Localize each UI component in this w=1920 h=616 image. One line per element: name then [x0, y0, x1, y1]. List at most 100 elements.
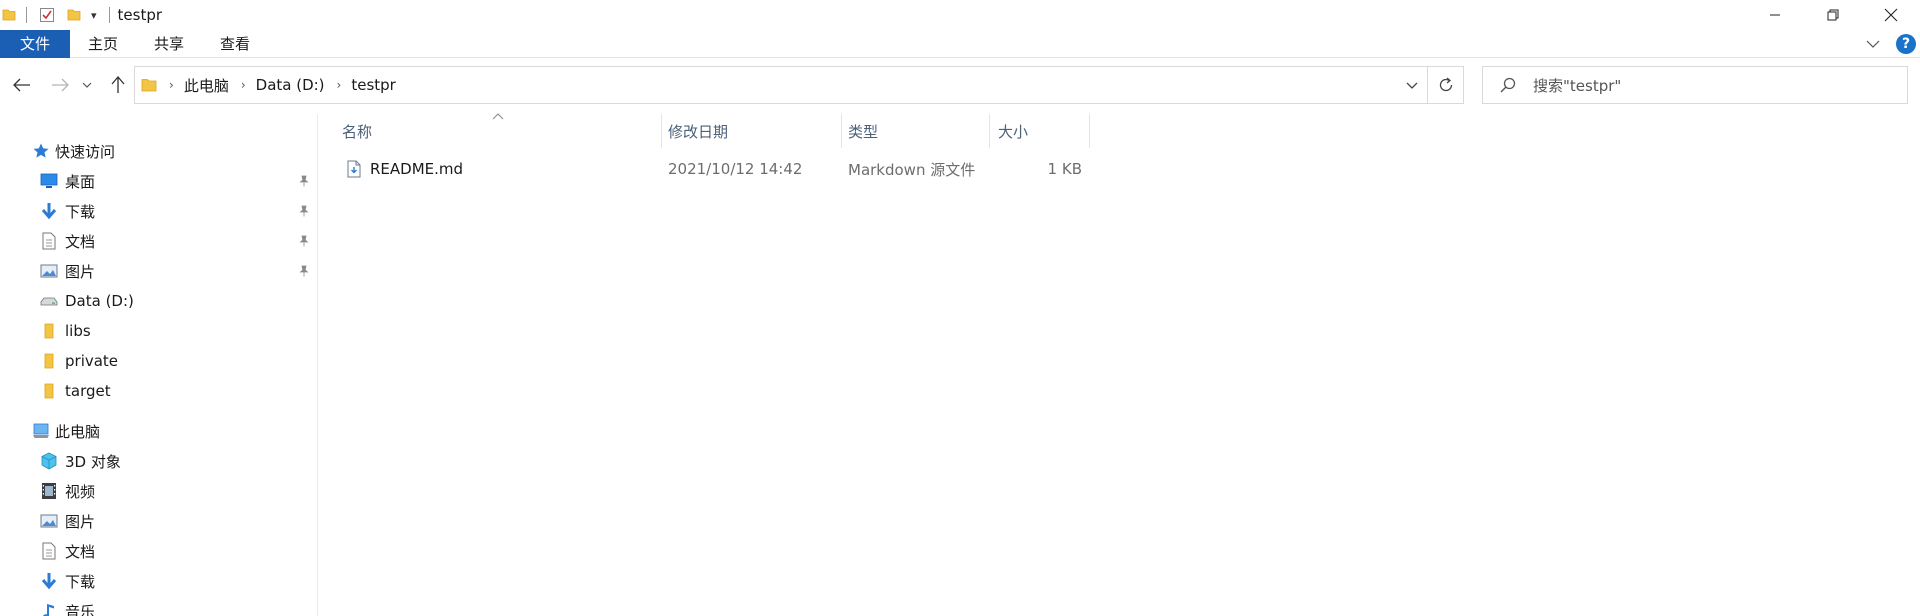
file-modified: 2021/10/12 14:42	[668, 160, 803, 178]
nav-label: 此电脑	[55, 422, 101, 441]
navigation-bar: › 此电脑 › Data (D:) › testpr 搜索"testpr"	[0, 66, 1920, 104]
nav-item-pictures[interactable]: 图片	[0, 256, 318, 286]
column-header-name[interactable]: 名称	[334, 114, 662, 148]
pin-icon[interactable]	[298, 205, 310, 217]
nav-label: target	[65, 382, 111, 400]
window-title: testpr	[117, 6, 163, 24]
column-header-modified[interactable]: 修改日期	[662, 114, 842, 148]
nav-item-desktop[interactable]: 桌面	[0, 166, 318, 196]
computer-icon	[32, 422, 50, 440]
desktop-icon	[40, 172, 58, 190]
nav-item-drive-d[interactable]: Data (D:)	[0, 286, 318, 316]
up-button[interactable]	[104, 66, 132, 104]
chevron-right-icon[interactable]: ›	[169, 78, 174, 92]
window-controls	[1746, 0, 1920, 30]
nav-item-libs[interactable]: libs	[0, 316, 318, 346]
documents-icon	[40, 232, 58, 250]
nav-item-downloads[interactable]: 下载	[0, 196, 318, 226]
nav-label: 图片	[65, 262, 96, 281]
ribbon-tabs: 文件 主页 共享 查看 ?	[0, 29, 1920, 58]
nav-item-videos[interactable]: 视频	[0, 476, 318, 506]
address-history-dropdown[interactable]	[1397, 67, 1427, 103]
nav-item-music[interactable]: 音乐	[0, 596, 318, 616]
nav-item-private[interactable]: private	[0, 346, 318, 376]
toolbar-divider	[26, 7, 27, 23]
nav-label: 文档	[65, 542, 96, 561]
nav-item-target[interactable]: target	[0, 376, 318, 406]
nav-label: 下载	[65, 572, 96, 591]
folder-icon	[40, 382, 58, 400]
tab-home[interactable]: 主页	[70, 30, 136, 58]
refresh-icon	[1439, 77, 1452, 92]
close-icon	[1884, 8, 1898, 22]
tab-file[interactable]: 文件	[0, 29, 70, 58]
pictures-icon	[40, 512, 58, 530]
help-icon[interactable]: ?	[1896, 34, 1916, 54]
title-divider	[108, 7, 110, 23]
close-button[interactable]	[1862, 0, 1920, 30]
nav-label: 下载	[65, 202, 96, 221]
up-arrow-icon	[111, 76, 125, 93]
navigation-pane: 快速访问 桌面 下载 文档 图片 Data (D:) libs private …	[0, 114, 318, 616]
nav-item-documents-pc[interactable]: 文档	[0, 536, 318, 566]
back-arrow-icon	[13, 78, 30, 92]
new-folder-icon[interactable]	[67, 8, 81, 22]
nav-label: 桌面	[65, 172, 96, 191]
file-row-readme[interactable]: README.md 2021/10/12 14:42 Markdown 源文件 …	[334, 154, 1090, 184]
quick-access-toolbar: ▾	[0, 0, 97, 30]
restore-icon	[1827, 9, 1839, 21]
nav-label: private	[65, 352, 119, 370]
pin-icon[interactable]	[298, 265, 310, 277]
folder-icon	[40, 322, 58, 340]
pin-icon[interactable]	[298, 235, 310, 247]
chevron-right-icon[interactable]: ›	[241, 78, 246, 92]
nav-label: 快速访问	[55, 142, 116, 161]
restore-button[interactable]	[1804, 0, 1862, 30]
folder-icon	[141, 79, 157, 92]
recent-locations-button[interactable]	[78, 66, 96, 104]
chevron-right-icon[interactable]: ›	[337, 78, 342, 92]
nav-label: libs	[65, 322, 91, 340]
nav-label: 文档	[65, 232, 96, 251]
nav-quick-access[interactable]: 快速访问	[0, 136, 318, 166]
file-type: Markdown 源文件	[848, 160, 976, 179]
nav-label: 图片	[65, 512, 96, 531]
nav-item-pictures-pc[interactable]: 图片	[0, 506, 318, 536]
folder-icon	[40, 352, 58, 370]
minimize-button[interactable]	[1746, 0, 1804, 30]
3d-objects-icon	[40, 452, 58, 470]
forward-button[interactable]	[46, 66, 74, 104]
nav-item-downloads-pc[interactable]: 下载	[0, 566, 318, 596]
file-name: README.md	[370, 160, 464, 178]
pin-icon[interactable]	[298, 175, 310, 187]
ribbon-controls: ?	[1864, 30, 1920, 58]
nav-item-3d-objects[interactable]: 3D 对象	[0, 446, 318, 476]
documents-icon	[40, 542, 58, 560]
chevron-down-icon	[1406, 82, 1418, 89]
tab-share[interactable]: 共享	[136, 30, 202, 58]
breadcrumb-this-pc[interactable]: 此电脑	[184, 75, 229, 96]
forward-arrow-icon	[52, 78, 69, 92]
nav-item-documents[interactable]: 文档	[0, 226, 318, 256]
expand-ribbon-icon[interactable]	[1864, 35, 1882, 53]
search-box[interactable]: 搜索"testpr"	[1482, 66, 1908, 104]
back-button[interactable]	[8, 66, 36, 104]
customize-toolbar-dropdown-icon[interactable]: ▾	[91, 9, 97, 22]
refresh-button[interactable]	[1428, 66, 1464, 104]
nav-label: 视频	[65, 482, 96, 501]
breadcrumb-drive[interactable]: Data (D:)	[256, 76, 325, 94]
nav-label: 音乐	[65, 602, 96, 616]
breadcrumb-current[interactable]: testpr	[351, 76, 396, 94]
nav-this-pc[interactable]: 此电脑	[0, 416, 318, 446]
column-header-size[interactable]: 大小	[990, 114, 1090, 148]
search-input[interactable]: 搜索"testpr"	[1533, 75, 1621, 96]
chevron-down-icon	[82, 82, 92, 88]
address-bar[interactable]: › 此电脑 › Data (D:) › testpr	[134, 66, 1428, 104]
properties-icon[interactable]	[39, 7, 55, 23]
file-name-cell: README.md	[346, 154, 463, 184]
star-icon	[32, 142, 50, 160]
column-header-type[interactable]: 类型	[842, 114, 990, 148]
title-bar: ▾ testpr	[0, 0, 1920, 30]
tab-view[interactable]: 查看	[202, 30, 268, 58]
download-icon	[40, 202, 58, 220]
